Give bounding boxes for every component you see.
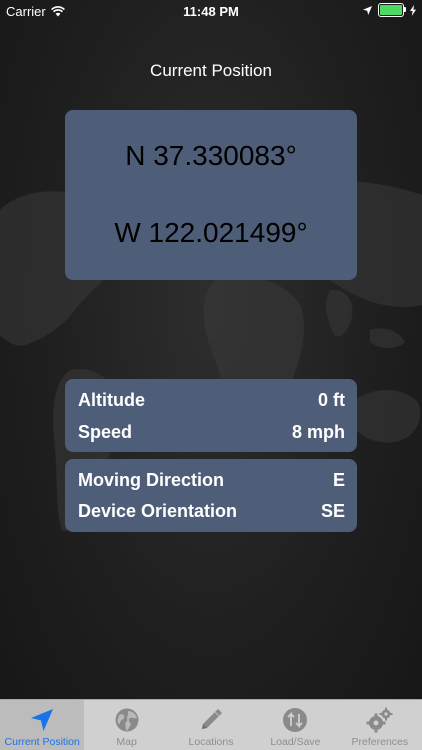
altitude-value: 0 ft [318, 389, 345, 410]
tab-label-preferences: Preferences [351, 736, 409, 748]
tab-label-map: Map [116, 736, 137, 748]
status-time: 11:48 PM [183, 4, 239, 19]
device-orientation-row: Device Orientation SE [78, 500, 345, 522]
status-bar: Carrier 11:48 PM [0, 0, 422, 22]
globe-icon [113, 706, 141, 734]
app-screen: Carrier 11:48 PM Current Position N 37.3… [0, 0, 422, 750]
device-orientation-value: SE [320, 500, 345, 521]
location-arrow-icon [28, 706, 56, 734]
gears-icon [366, 706, 394, 734]
pencil-icon [197, 706, 225, 734]
orientation-card: Moving Direction E Device Orientation SE [65, 459, 357, 532]
tab-bar: Current Position Map Locations Load/Save… [0, 699, 422, 750]
altitude-label: Altitude [78, 389, 145, 410]
moving-direction-value: E [332, 469, 345, 490]
tab-label-load-save: Load/Save [270, 736, 321, 748]
longitude-value: W 122.021499° [114, 217, 308, 248]
status-right [363, 3, 416, 17]
battery-fill [380, 5, 402, 15]
battery-icon [378, 3, 406, 17]
tab-locations[interactable]: Locations [169, 700, 253, 750]
tab-load-save[interactable]: Load/Save [253, 700, 337, 750]
location-services-icon [363, 5, 372, 15]
coordinates-card [65, 110, 357, 280]
speed-value: 8 mph [291, 421, 345, 442]
sync-arrows-icon [281, 706, 309, 734]
speed-label: Speed [78, 421, 133, 442]
tab-preferences[interactable]: Preferences [338, 700, 422, 750]
tab-label-locations: Locations [188, 736, 234, 748]
tab-label-current-position: Current Position [4, 736, 80, 748]
tab-map[interactable]: Map [84, 700, 168, 750]
motion-card: Altitude 0 ft Speed 8 mph [65, 379, 357, 452]
device-orientation-label: Device Orientation [78, 500, 238, 521]
tab-current-position[interactable]: Current Position [0, 700, 85, 750]
moving-direction-row: Moving Direction E [78, 469, 345, 491]
moving-direction-label: Moving Direction [78, 469, 225, 490]
page-title: Current Position [150, 61, 272, 80]
charging-bolt-icon [410, 4, 416, 16]
latitude-value: N 37.330083° [125, 140, 297, 171]
altitude-row: Altitude 0 ft [78, 389, 345, 411]
speed-row: Speed 8 mph [78, 421, 345, 443]
